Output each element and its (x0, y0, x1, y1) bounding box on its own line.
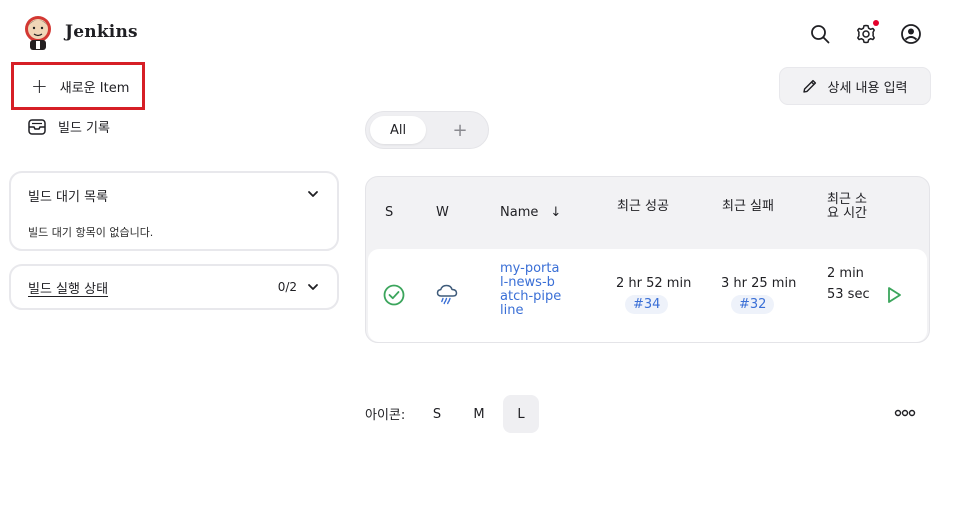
icon-size-l-button[interactable]: L (503, 395, 539, 433)
notification-dot (873, 20, 879, 26)
jenkins-logo-icon[interactable] (22, 14, 56, 52)
chevron-down-icon[interactable] (307, 281, 319, 293)
view-tabs: All + (365, 111, 489, 149)
executor-status-title[interactable]: 빌드 실행 상태 (28, 278, 108, 297)
header-last-duration[interactable]: 최근 소요 시간 (827, 193, 867, 221)
jobs-table: S W Name ↓ 최근 성공 최근 실패 최근 소요 시간 my-porta… (365, 176, 930, 343)
success-check-icon (383, 284, 405, 306)
chevron-down-icon[interactable] (307, 188, 319, 200)
inbox-icon (28, 118, 46, 135)
new-item-button[interactable]: + 새로운 Item (11, 62, 145, 110)
pencil-icon (803, 79, 817, 93)
sort-down-icon: ↓ (550, 205, 562, 220)
new-item-label: 새로운 Item (59, 80, 130, 96)
table-row: my-portal-news-batch-pipeline 2 hr 52 mi… (368, 249, 927, 342)
header-weather[interactable]: W (436, 206, 449, 220)
user-icon[interactable] (900, 23, 922, 45)
last-failure-time: 3 hr 25 min (721, 276, 797, 291)
icon-size-m-button[interactable]: M (461, 395, 497, 433)
job-name-link[interactable]: my-portal-news-batch-pipeline (500, 262, 562, 318)
add-view-button[interactable]: + (446, 116, 474, 144)
icon-size-s-button[interactable]: S (419, 395, 455, 433)
edit-description-button[interactable]: 상세 내용 입력 (779, 67, 931, 105)
last-failure-build-link[interactable]: #32 (731, 295, 775, 314)
executor-count: 0/2 (277, 280, 297, 294)
last-success-build-link[interactable]: #34 (625, 295, 669, 314)
gear-icon[interactable] (855, 23, 877, 45)
build-queue-title[interactable]: 빌드 대기 목록 (28, 186, 108, 205)
build-queue-panel: 빌드 대기 목록 빌드 대기 항목이 없습니다. (9, 171, 339, 251)
icon-size-label: 아이콘: (365, 408, 406, 423)
executor-status-panel: 빌드 실행 상태 0/2 (9, 264, 339, 310)
more-options-icon[interactable] (893, 405, 917, 421)
tab-all[interactable]: All (370, 116, 426, 144)
header-name-label: Name (500, 205, 539, 220)
last-success-time: 2 hr 52 min (616, 276, 692, 291)
build-history-label: 빌드 기록 (58, 121, 110, 136)
header-last-success[interactable]: 최근 성공 (617, 200, 677, 214)
rain-cloud-icon (436, 284, 458, 305)
header-name[interactable]: Name ↓ (500, 206, 561, 220)
build-history-link[interactable]: 빌드 기록 (28, 117, 110, 136)
play-icon[interactable] (884, 285, 904, 305)
header-status[interactable]: S (385, 206, 393, 220)
app-title[interactable]: Jenkins (65, 22, 138, 42)
plus-icon: + (31, 74, 48, 98)
last-duration: 2 min 53 sec (827, 266, 870, 302)
edit-description-label: 상세 내용 입력 (827, 80, 908, 96)
header-last-failure[interactable]: 최근 실패 (722, 200, 782, 214)
search-icon[interactable] (809, 23, 831, 45)
build-queue-empty-text: 빌드 대기 항목이 없습니다. (28, 226, 154, 239)
